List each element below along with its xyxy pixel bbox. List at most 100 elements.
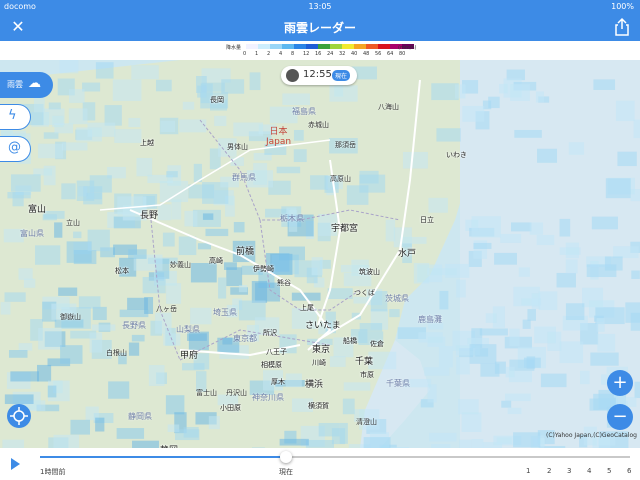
- rain-cell: [329, 85, 358, 102]
- lightning-layer-button[interactable]: ϟ: [0, 104, 31, 130]
- legend-swatch: [342, 44, 354, 49]
- legend-unit: (mm/h): [398, 45, 417, 51]
- mountain-label: 那須岳: [335, 141, 356, 149]
- country-label-ja: 日本: [269, 127, 288, 137]
- place-label: 東京: [312, 345, 331, 355]
- mountain-label: 赤城山: [308, 121, 329, 129]
- timeline[interactable]: 1時間前 現在 1 2 3 4 5 6: [0, 448, 640, 480]
- pref-label: 東京都: [233, 334, 257, 343]
- rain-cell: [559, 218, 571, 237]
- place-label: 川崎: [312, 359, 326, 367]
- rain-cell: [293, 129, 304, 141]
- mountain-label: 御嶽山: [60, 313, 81, 321]
- rain-cell: [445, 263, 470, 278]
- legend-swatch: [282, 44, 294, 49]
- rain-cell: [305, 439, 334, 448]
- rain-cell: [467, 337, 490, 345]
- typhoon-layer-button[interactable]: @: [0, 136, 31, 162]
- rain-cell: [536, 234, 555, 246]
- place-label: さいたま: [305, 321, 341, 331]
- rain-cell: [73, 231, 82, 239]
- rain-cell: [400, 236, 427, 244]
- rain-cell: [233, 122, 264, 137]
- pref-label: 山梨県: [176, 325, 200, 334]
- rain-cell: [509, 328, 520, 347]
- map-credit: (C)Yahoo Japan,(C)GeoCatalog: [545, 432, 637, 439]
- sea-label: 鹿島灘: [418, 315, 442, 324]
- place-label: 筑波山: [359, 268, 380, 276]
- legend-tick: 56: [375, 51, 382, 57]
- play-icon[interactable]: [11, 458, 20, 470]
- pref-label: 神奈川県: [252, 393, 284, 402]
- timeline-knob[interactable]: [280, 451, 292, 463]
- rain-cell: [218, 277, 227, 299]
- rain-cell: [535, 91, 544, 103]
- rain-cell: [580, 370, 590, 385]
- radar-map[interactable]: 日本 Japan 長岡 上越 富山 長野 松本 前橋 高崎 伊勢崎 熊谷 宇都宮…: [0, 60, 640, 448]
- legend-swatch: [330, 44, 342, 49]
- rain-cell: [175, 429, 200, 441]
- place-label: 前橋: [236, 247, 255, 257]
- pref-label: 静岡県: [128, 412, 152, 421]
- now-badge: 現在: [332, 70, 351, 81]
- rain-cell: [565, 259, 578, 274]
- rain-cell: [590, 352, 619, 366]
- rain-cell: [282, 93, 310, 105]
- place-label: 千葉: [355, 357, 374, 367]
- rain-cell: [48, 102, 61, 110]
- rain-cell: [479, 328, 508, 336]
- legend-tick: 48: [363, 51, 370, 57]
- rain-cell: [559, 247, 581, 255]
- mountain-label: 丹沢山: [226, 389, 247, 397]
- rain-cell: [439, 290, 449, 310]
- zoom-in-button[interactable]: +: [607, 370, 633, 396]
- rain-cell: [184, 210, 198, 227]
- rain-cell: [142, 276, 166, 294]
- legend-label: 降水量: [226, 45, 242, 51]
- locate-button[interactable]: [7, 404, 31, 428]
- legend-tick: 1: [255, 51, 259, 57]
- rain-cell: [78, 296, 101, 309]
- rain-cell: [95, 62, 114, 79]
- rain-cell: [238, 285, 248, 293]
- pref-label: 群馬県: [232, 173, 256, 182]
- timeline-hour-label: 6: [627, 467, 632, 475]
- rain-cell: [276, 166, 301, 174]
- legend-swatch: [366, 44, 378, 49]
- rain-cell: [132, 440, 159, 448]
- rain-cell: [226, 267, 243, 287]
- status-time: 13:05: [308, 2, 332, 11]
- place-label: 日立: [420, 216, 434, 224]
- rain-cell: [89, 175, 112, 193]
- rain-cell: [91, 324, 116, 331]
- rain-cell: [359, 323, 383, 332]
- place-label: 佐倉: [370, 340, 384, 348]
- timeline-hour-label: 4: [587, 467, 592, 475]
- legend-tick: 8: [291, 51, 295, 57]
- rain-cell: [285, 373, 302, 388]
- rain-cell: [540, 373, 567, 388]
- crosshair-icon: [10, 407, 28, 425]
- rain-cell: [471, 216, 501, 238]
- rain-cell: [454, 84, 466, 99]
- page-title: 雨雲レーダー: [283, 21, 356, 35]
- place-label: 小田原: [220, 404, 241, 412]
- timeline-hour-label: 3: [567, 467, 572, 475]
- rain-cell: [342, 398, 355, 415]
- radar-time: 12:55: [303, 69, 332, 80]
- rain-layer-label: 雨雲: [7, 80, 23, 89]
- place-label: 上越: [140, 139, 154, 147]
- timeline-track-past[interactable]: [40, 456, 286, 458]
- rain-cell: [214, 115, 227, 127]
- rain-cell: [427, 384, 437, 403]
- share-icon[interactable]: [612, 17, 632, 37]
- rain-cell: [171, 199, 182, 220]
- mountain-label: 高原山: [330, 175, 351, 183]
- country-label-en: Japan: [266, 137, 292, 147]
- rain-cell: [70, 419, 90, 435]
- timeline-hour-label: 1: [526, 467, 531, 475]
- rain-cell: [625, 302, 640, 323]
- zoom-out-button[interactable]: −: [607, 404, 633, 430]
- rain-layer-button[interactable]: 雨雲 ☁: [0, 72, 53, 98]
- timeline-track-future[interactable]: [286, 456, 630, 458]
